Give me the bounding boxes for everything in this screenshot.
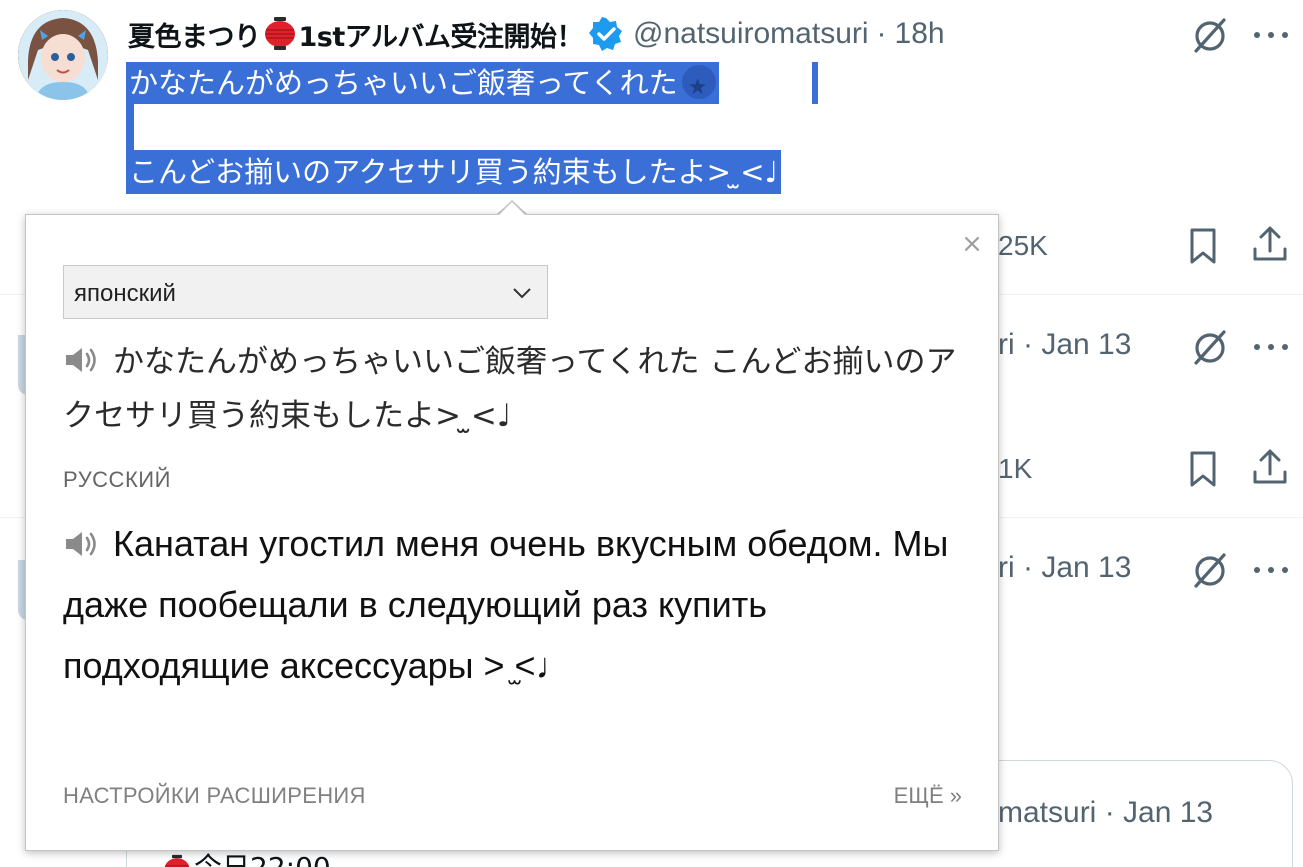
display-name-suffix[interactable]: 1stアルバム受注開始！	[299, 15, 584, 54]
tweet-header: 夏色まつり 1stアルバム受注開始！ @natsuiromatsuri · 18…	[128, 12, 945, 56]
user-handle[interactable]: @natsuiromatsuri	[633, 17, 869, 51]
bookmark-icon[interactable]	[1183, 449, 1223, 489]
selection-highlight	[126, 104, 134, 150]
quoted-tweet-meta: matsuri · Jan 13	[998, 796, 1213, 830]
tweet-text-line-2: こんどお揃いのアクセサリ買う約束もしたよ> ̫<♩	[126, 150, 782, 194]
tweet-timestamp[interactable]: 18h	[895, 17, 945, 51]
more-icon[interactable]	[1251, 15, 1291, 55]
separator: ·	[1023, 328, 1033, 361]
separator: ·	[1023, 551, 1033, 584]
display-name[interactable]: 夏色まつり	[128, 15, 261, 54]
close-icon[interactable]: ×	[960, 231, 984, 257]
tweet-text-line-1: かなたんがめっちゃいいご飯奢ってくれた	[126, 62, 719, 109]
tweet-meta: ri · Jan 13	[998, 551, 1131, 585]
speaker-icon[interactable]	[63, 516, 99, 556]
separator: ·	[1104, 796, 1115, 829]
tweet-meta: ri · Jan 13	[998, 328, 1131, 362]
view-count[interactable]: 25K	[998, 230, 1048, 262]
user-handle[interactable]: matsuri	[998, 796, 1096, 829]
extension-settings-link[interactable]: НАСТРОЙКИ РАСШИРЕНИЯ	[63, 783, 366, 809]
translated-text: Канатан угостил меня очень вкусным обедо…	[63, 513, 973, 696]
grok-icon[interactable]	[1190, 550, 1230, 590]
user-handle[interactable]: ri	[998, 551, 1015, 584]
tweet-timestamp[interactable]: Jan 13	[1041, 328, 1131, 361]
tweet-timestamp[interactable]: Jan 13	[1041, 551, 1131, 584]
avatar-image	[18, 10, 108, 100]
speaker-icon[interactable]	[63, 338, 99, 372]
selection-highlight	[812, 62, 818, 104]
grok-icon[interactable]	[1190, 15, 1230, 55]
tweet-timestamp[interactable]: Jan 13	[1123, 796, 1213, 829]
sparkle-emoji-icon	[681, 65, 716, 109]
grok-icon[interactable]	[1190, 327, 1230, 367]
more-icon[interactable]	[1251, 327, 1291, 367]
translated-text-content: Канатан угостил меня очень вкусным обедо…	[63, 523, 949, 686]
chevron-down-icon	[513, 288, 531, 299]
more-link[interactable]: ЕЩЁ »	[894, 783, 962, 809]
source-language-label: японский	[74, 280, 176, 307]
bookmark-icon[interactable]	[1183, 226, 1223, 266]
share-icon[interactable]	[1250, 224, 1290, 264]
translator-popup: × японский かなたんがめっちゃいいご飯奢ってくれた こんどお揃いのアク…	[25, 214, 999, 851]
target-language-label: РУССКИЙ	[63, 467, 171, 492]
popup-pointer-fill	[498, 202, 526, 216]
avatar[interactable]	[18, 10, 108, 100]
source-language-select[interactable]: японский	[63, 265, 548, 319]
share-icon[interactable]	[1250, 447, 1290, 487]
lantern-emoji-icon	[263, 16, 297, 52]
source-text: かなたんがめっちゃいいご飯奢ってくれた こんどお揃いのアクセサリ買う約束もしたよ…	[63, 335, 963, 443]
separator: ·	[876, 17, 887, 50]
lantern-emoji-icon	[162, 854, 192, 867]
source-text-content: かなたんがめっちゃいいご飯奢ってくれた こんどお揃いのアクセサリ買う約束もしたよ…	[63, 344, 957, 434]
view-count[interactable]: 1K	[998, 453, 1032, 485]
more-icon[interactable]	[1251, 550, 1291, 590]
verified-badge-icon	[589, 17, 623, 51]
user-handle[interactable]: ri	[998, 328, 1015, 361]
